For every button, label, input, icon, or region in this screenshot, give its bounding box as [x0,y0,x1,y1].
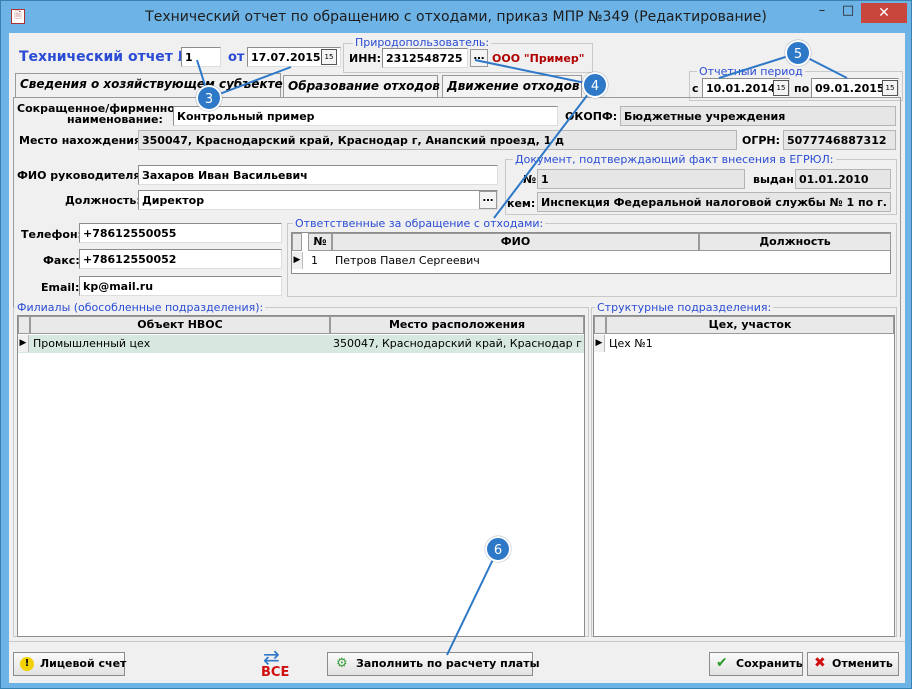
period-to-label: по [794,82,810,95]
phone-label: Телефон: [21,228,82,241]
cross-icon: ✖ [814,655,826,671]
egrul-number-field[interactable]: 1 [537,169,745,189]
tab-waste-generation[interactable]: Образование отходов [283,75,440,97]
email-label: Email: [41,281,80,294]
inn-browse-button[interactable]: … [470,49,488,67]
okopf-field[interactable]: Бюджетные учреждения [620,106,896,126]
responsible-group-label: Ответственные за обращение с отходами: [293,217,546,230]
calendar-icon[interactable]: 15 [321,49,337,65]
ogrn-label: ОГРН: [742,134,781,147]
period-group-label: Отчетный период [697,65,805,78]
fill-by-payment-label: Заполнить по расчету платы [356,657,540,670]
head-field[interactable]: Захаров Иван Васильевич [138,165,498,185]
table-row[interactable]: ▶ 1 Петров Павел Сергеевич [292,252,890,270]
column-header[interactable]: № [308,233,332,251]
structural-unit-name: Цех №1 [609,337,653,350]
main-window: 🗎 Технический отчет по обращению с отход… [0,0,912,689]
responsible-number: 1 [311,254,318,267]
current-row-icon: ▶ [594,335,605,352]
report-date-label: от [228,50,245,65]
inn-field[interactable]: 2312548725 [382,48,468,68]
column-header[interactable]: Должность [699,233,891,251]
column-header[interactable]: Место расположения [330,316,584,334]
issued-by-field[interactable]: Инспекция Федеральной налоговой службы №… [537,192,891,212]
table-row[interactable]: ▶ Цех №1 [594,335,894,353]
email-field[interactable]: kp@mail.ru [79,276,282,296]
client-area: Технический отчет № 1 от 17.07.2015 15 П… [9,33,905,683]
column-header[interactable]: Цех, участок [606,316,894,334]
report-number-field[interactable]: 1 [181,47,221,67]
table-row[interactable]: ▶ Промышленный цех 350047, Краснодарский… [18,335,584,353]
structural-table: Цех, участок ▶ Цех №1 [593,315,895,637]
window-title: Технический отчет по обращению с отходам… [145,9,767,25]
position-browse-button[interactable]: … [479,191,497,209]
callout-badge: 5 [785,40,811,66]
head-label: ФИО руководителя: [17,169,145,182]
footer-divider [9,641,905,642]
phone-field[interactable]: +78612550055 [79,223,282,243]
address-label: Место нахождения: [19,134,146,147]
callout-badge: 4 [582,72,608,98]
callout-badge: 6 [485,536,511,562]
cancel-button[interactable]: ✖ Отменить [807,652,899,676]
report-number-label: Технический отчет № [19,49,195,65]
fax-field[interactable]: +78612550052 [79,249,282,269]
calendar-icon[interactable]: 15 [882,80,898,96]
current-row-icon: ▶ [18,335,29,352]
fill-by-payment-button[interactable]: ⚙ Заполнить по расчету платы [327,652,540,676]
tab-waste-movement[interactable]: Движение отходов [442,75,582,97]
title-bar: 🗎 Технический отчет по обращению с отход… [1,1,911,33]
callout-badge: 3 [196,85,222,111]
issued-label: выдан: [753,173,799,186]
all-button-label: ВСЕ [261,665,290,680]
column-header[interactable]: Объект НВОС [30,316,330,334]
issued-by-label: кем: [507,197,536,210]
position-field[interactable]: Директор [138,190,498,210]
current-row-icon: ▶ [292,252,303,269]
maximize-button[interactable]: □ [835,3,861,23]
save-button-label: Сохранить [736,657,803,670]
gear-icon: ⚙ [336,656,348,671]
save-button[interactable]: ✔ Сохранить [709,652,803,676]
address-field[interactable]: 350047, Краснодарский край, Краснодар г,… [138,130,737,150]
branch-object: Промышленный цех [33,337,151,350]
ogrn-field[interactable]: 5077746887312 [783,130,896,150]
okopf-label: ОКОПФ: [565,110,618,123]
issued-field[interactable]: 01.01.2010 [795,169,891,189]
inn-label: ИНН: [349,52,382,65]
responsible-name: Петров Павел Сергеевич [335,254,480,267]
responsible-position [699,252,889,269]
short-name-field[interactable]: Контрольный пример [173,106,558,126]
account-button[interactable]: ! Лицевой счет [13,652,127,676]
account-button-label: Лицевой счет [40,657,127,670]
column-header[interactable]: ФИО [332,233,699,251]
egrul-number-label: № [523,173,537,186]
short-name-label-line2: наименование: [67,113,163,126]
company-name: ООО "Пример" [492,52,585,65]
branch-location: 350047, Краснодарский край, Краснодар г,… [333,337,582,350]
row-indicator-header [18,316,30,334]
checkmark-icon: ✔ [716,655,728,671]
structural-group-label: Структурные подразделения: [595,301,774,314]
position-label: Должность: [65,194,141,207]
period-from-label: с [692,82,699,95]
calendar-icon[interactable]: 15 [773,80,789,96]
cancel-button-label: Отменить [832,657,893,670]
fax-label: Факс: [43,254,80,267]
tab-subject-info[interactable]: Сведения о хозяйствующем субъекте [15,73,283,97]
row-indicator-header [594,316,606,334]
minimize-button[interactable]: – [809,3,835,23]
responsible-table: № ФИО Должность ▶ 1 Петров Павел Сергеев… [291,232,891,274]
info-icon: ! [20,657,34,671]
branches-table: Объект НВОС Место расположения ▶ Промышл… [17,315,585,637]
branches-group-label: Филиалы (обособленные подразделения): [15,301,266,314]
all-button[interactable]: ⇄ ВСЕ [259,645,301,681]
egrul-group-label: Документ, подтверждающий факт внесения в… [513,153,836,166]
close-button[interactable]: ✕ [861,3,907,23]
row-indicator-header [292,233,302,251]
